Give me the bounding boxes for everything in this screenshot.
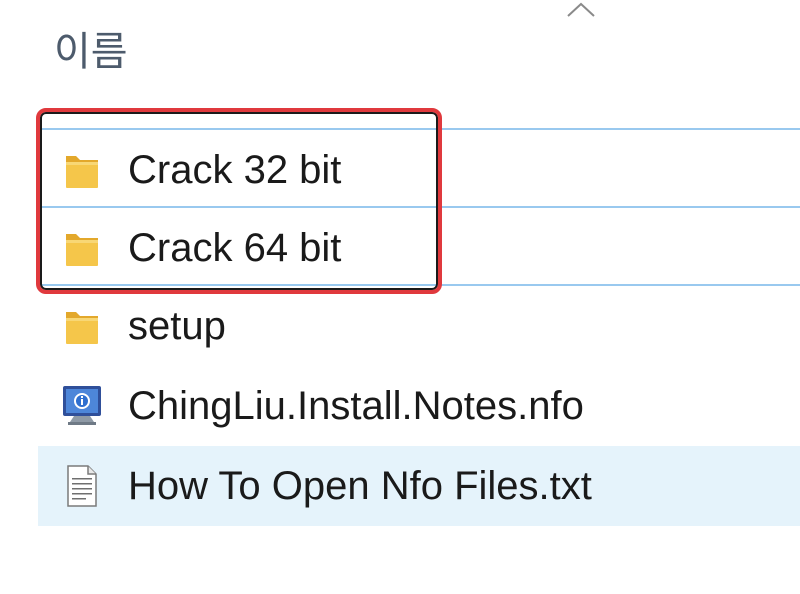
file-list: Crack 32 bit Crack 64 bit setup ChingLiu… — [38, 128, 800, 526]
file-name: setup — [128, 304, 226, 348]
list-item-crack-64-bit[interactable]: Crack 64 bit — [38, 206, 800, 286]
list-item-setup[interactable]: setup — [38, 286, 800, 366]
folder-icon — [66, 234, 98, 266]
file-name: How To Open Nfo Files.txt — [128, 464, 592, 508]
list-item-crack-32-bit[interactable]: Crack 32 bit — [38, 128, 800, 208]
list-item-chingliu-install-notes[interactable]: ChingLiu.Install.Notes.nfo — [38, 366, 800, 446]
file-name: Crack 32 bit — [128, 148, 342, 192]
file-name: ChingLiu.Install.Notes.nfo — [128, 384, 584, 428]
folder-icon — [66, 156, 98, 188]
text-file-icon — [67, 465, 97, 507]
file-explorer-view: 이름 Crack 32 bit Crack 64 bit setup Ching… — [0, 0, 800, 594]
folder-icon — [66, 312, 98, 344]
nfo-file-icon — [63, 386, 101, 425]
list-item-how-to-open-nfo-files[interactable]: How To Open Nfo Files.txt — [38, 446, 800, 526]
column-header-name[interactable]: 이름 — [54, 24, 128, 80]
sort-ascending-icon[interactable] — [566, 2, 596, 18]
file-name: Crack 64 bit — [128, 226, 342, 270]
